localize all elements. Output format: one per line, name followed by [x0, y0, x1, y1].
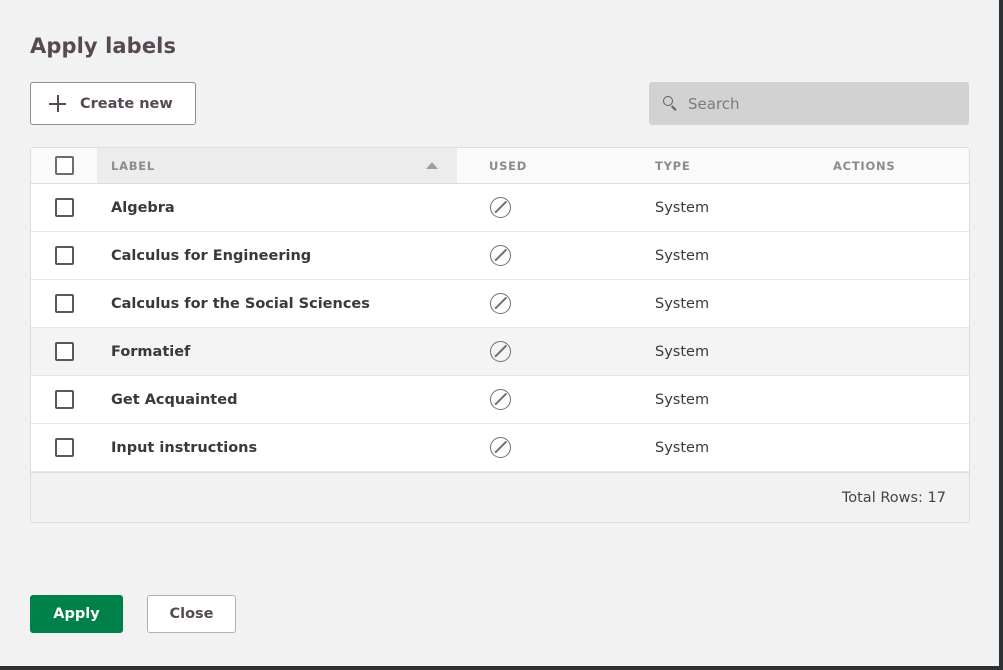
row-select-cell[interactable] — [31, 390, 97, 409]
row-type: System — [655, 199, 710, 216]
row-type: System — [655, 247, 710, 264]
column-header-used-text: USED — [489, 158, 528, 173]
row-type: System — [655, 391, 710, 408]
row-label: Calculus for Engineering — [111, 247, 312, 264]
row-select-cell[interactable] — [31, 246, 97, 265]
row-type: System — [655, 439, 710, 456]
not-used-icon — [490, 437, 511, 458]
row-label: Get Acquainted — [111, 391, 238, 408]
search-icon — [663, 96, 678, 111]
row-checkbox[interactable] — [54, 198, 74, 217]
table-toolbar: Create new — [30, 82, 969, 125]
column-header-label[interactable]: LABEL — [97, 148, 457, 183]
total-rows-text: Total Rows: 17 — [841, 489, 946, 506]
row-label: Formatief — [111, 343, 191, 360]
row-checkbox[interactable] — [54, 438, 74, 457]
not-used-icon — [490, 389, 511, 410]
column-header-label-text: LABEL — [111, 158, 155, 173]
page-title: Apply labels — [30, 34, 177, 58]
table-footer: Total Rows: 17 — [31, 472, 969, 522]
not-used-icon — [490, 341, 511, 362]
row-used-cell — [457, 341, 629, 362]
row-checkbox[interactable] — [54, 390, 74, 409]
table-row[interactable]: Formatief System — [31, 328, 969, 376]
row-label: Algebra — [111, 199, 175, 216]
close-button[interactable]: Close — [147, 595, 236, 633]
table-row[interactable]: Calculus for the Social Sciences System — [31, 280, 969, 328]
not-used-icon — [490, 197, 511, 218]
not-used-icon — [490, 245, 511, 266]
dialog-actions: Apply Close — [30, 595, 236, 633]
table-header-row: LABEL USED TYPE ACTIONS — [31, 148, 969, 184]
table-row[interactable]: Input instructions System — [31, 424, 969, 472]
plus-icon — [49, 95, 66, 112]
labels-table: LABEL USED TYPE ACTIONS Algebra System Cal… — [30, 147, 970, 523]
select-all-cell[interactable] — [31, 148, 97, 183]
row-select-cell[interactable] — [31, 294, 97, 313]
column-header-actions[interactable]: ACTIONS — [809, 148, 969, 183]
table-row[interactable]: Calculus for Engineering System — [31, 232, 969, 280]
row-used-cell — [457, 437, 629, 458]
not-used-icon — [490, 293, 511, 314]
row-checkbox[interactable] — [54, 294, 74, 313]
apply-labels-dialog: Apply labels Create new LABEL USED — [0, 0, 999, 666]
create-new-button-label: Create new — [80, 95, 173, 112]
column-header-type[interactable]: TYPE — [629, 148, 809, 183]
row-select-cell[interactable] — [31, 198, 97, 217]
row-type: System — [655, 343, 710, 360]
column-header-actions-text: ACTIONS — [833, 158, 896, 173]
apply-button[interactable]: Apply — [30, 595, 123, 633]
row-checkbox[interactable] — [54, 342, 74, 361]
row-used-cell — [457, 389, 629, 410]
table-row[interactable]: Algebra System — [31, 184, 969, 232]
row-label: Calculus for the Social Sciences — [111, 295, 370, 312]
select-all-checkbox[interactable] — [54, 156, 74, 175]
row-checkbox[interactable] — [54, 246, 74, 265]
row-used-cell — [457, 245, 629, 266]
create-new-button[interactable]: Create new — [30, 82, 196, 125]
column-header-type-text: TYPE — [655, 158, 691, 173]
row-select-cell[interactable] — [31, 438, 97, 457]
table-body[interactable]: Algebra System Calculus for Engineering Sys… — [31, 184, 969, 472]
row-used-cell — [457, 197, 629, 218]
search-input[interactable] — [688, 82, 955, 125]
row-select-cell[interactable] — [31, 342, 97, 361]
row-type: System — [655, 295, 710, 312]
row-used-cell — [457, 293, 629, 314]
sort-ascending-icon[interactable] — [426, 162, 438, 169]
column-header-used[interactable]: USED — [457, 148, 629, 183]
row-label: Input instructions — [111, 439, 258, 456]
search-field[interactable] — [649, 82, 969, 125]
table-row[interactable]: Get Acquainted System — [31, 376, 969, 424]
